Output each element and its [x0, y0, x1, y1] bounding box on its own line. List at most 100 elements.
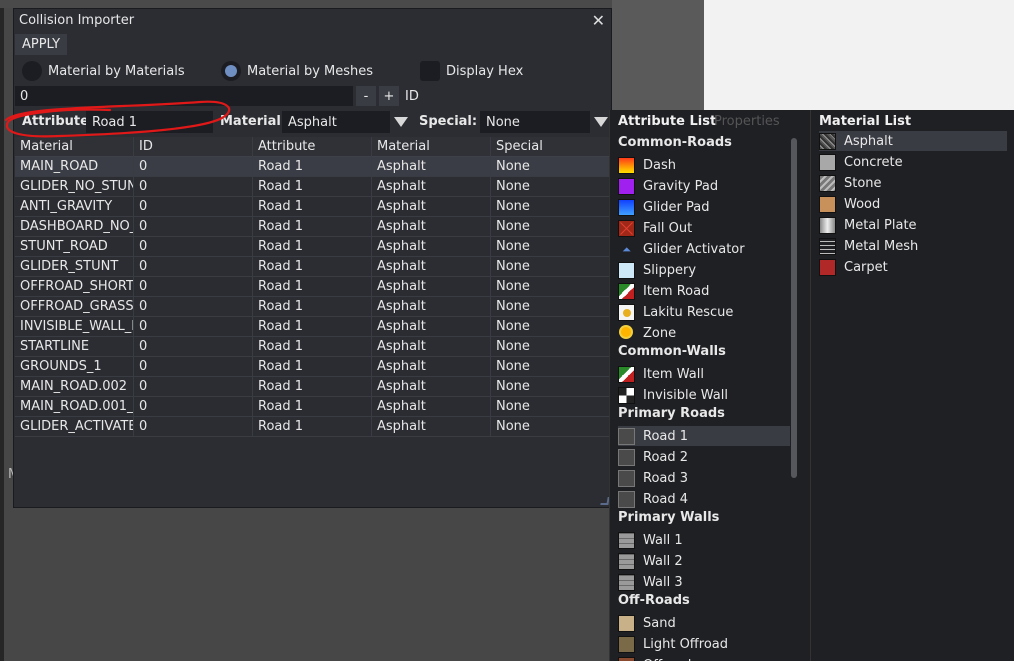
- window-titlebar[interactable]: Collision Importer: [14, 9, 611, 32]
- table-cell: Road 1: [253, 316, 372, 337]
- special-filter-dropdown[interactable]: None: [480, 111, 590, 133]
- lakitu-rescue-icon: [618, 303, 635, 321]
- table-cell: Road 1: [253, 256, 372, 277]
- id-input[interactable]: 0: [15, 86, 353, 106]
- special-filter-label: Special:: [419, 114, 478, 129]
- table-row[interactable]: GLIDER_ACTIVATE 0 Road 1 Asphalt None: [15, 416, 609, 437]
- attribute-item[interactable]: Light Offroad: [618, 634, 790, 654]
- table-row[interactable]: GLIDER_NO_STUNT 0 Road 1 Asphalt None: [15, 176, 609, 197]
- table-cell: Asphalt: [372, 236, 491, 257]
- material-filter-label: Material:: [220, 114, 287, 129]
- material-item[interactable]: Wood: [819, 194, 1007, 214]
- table-cell: ANTI_GRAVITY: [15, 196, 134, 217]
- attribute-item-label: Fall Out: [643, 220, 693, 236]
- attribute-item[interactable]: Item Wall: [618, 364, 790, 384]
- id-increment-button[interactable]: +: [379, 86, 399, 106]
- table-header-cell[interactable]: Special: [491, 137, 609, 157]
- dash-icon: [618, 156, 635, 174]
- attribute-item[interactable]: Road 1: [618, 426, 790, 446]
- display-hex-option[interactable]: Display Hex: [420, 59, 523, 83]
- attribute-item[interactable]: Item Road: [618, 281, 790, 301]
- material-by-meshes-option[interactable]: Material by Meshes: [221, 59, 373, 83]
- material-by-meshes-radio[interactable]: [221, 61, 241, 81]
- item-road-icon: [618, 282, 635, 300]
- id-decrement-button[interactable]: -: [356, 86, 376, 106]
- attribute-item-label: Slippery: [643, 262, 697, 278]
- table-cell: 0: [134, 356, 253, 377]
- material-list-panel: Material List Asphalt Concrete Stone Wood Me…: [810, 110, 1014, 661]
- table-cell: Asphalt: [372, 216, 491, 237]
- attribute-item-label: Road 4: [643, 491, 689, 507]
- attribute-filter-field[interactable]: Road 1: [86, 111, 213, 133]
- attribute-list-panel: Attribute List Properties Common-Roads Da…: [609, 110, 811, 661]
- attribute-item[interactable]: Glider Pad: [618, 197, 790, 217]
- table-header-cell[interactable]: Attribute: [253, 136, 372, 157]
- table-cell: Road 1: [253, 236, 372, 257]
- attribute-item[interactable]: Road 4: [618, 489, 790, 509]
- attribute-item[interactable]: Sand: [618, 613, 790, 633]
- attribute-item-label: Wall 1: [643, 532, 683, 548]
- material-filter-dropdown[interactable]: Asphalt: [282, 111, 390, 133]
- wood-icon: [819, 195, 836, 213]
- table-row[interactable]: OFFROAD_SHORTC 0 Road 1 Asphalt None: [15, 276, 609, 297]
- attribute-item[interactable]: ⏶ Glider Activator: [618, 239, 790, 259]
- attribute-item[interactable]: Wall 2: [618, 551, 790, 571]
- table-cell: None: [496, 158, 530, 174]
- table-row[interactable]: STUNT_ROAD 0 Road 1 Asphalt None: [15, 236, 609, 257]
- table-row[interactable]: DASHBOARD_NO_S 0 Road 1 Asphalt None: [15, 216, 609, 237]
- attribute-item[interactable]: Wall 3: [618, 572, 790, 592]
- table-cell: 0: [134, 236, 253, 257]
- table-cell: Road 1: [253, 196, 372, 217]
- material-by-meshes-label: Material by Meshes: [247, 63, 374, 79]
- display-hex-checkbox[interactable]: [420, 61, 440, 81]
- material-item[interactable]: Carpet: [819, 257, 1007, 277]
- material-item[interactable]: Stone: [819, 173, 1007, 193]
- attribute-filter-label: Attribute:: [22, 114, 95, 129]
- attribute-item[interactable]: Dash: [618, 155, 790, 175]
- attribute-item[interactable]: Zone: [618, 323, 790, 343]
- attribute-item[interactable]: Fall Out: [618, 218, 790, 238]
- attribute-item[interactable]: Lakitu Rescue: [618, 302, 790, 322]
- table-cell: INVISIBLE_WALL_I: [15, 316, 134, 337]
- attribute-item-label: Road 3: [643, 470, 689, 486]
- attribute-group-title: Primary Walls: [618, 510, 720, 525]
- table-header-cell[interactable]: ID: [134, 136, 253, 157]
- attribute-item[interactable]: Road 2: [618, 447, 790, 467]
- material-dropdown-arrow-icon[interactable]: [390, 111, 412, 133]
- close-icon[interactable]: ✕: [592, 11, 605, 30]
- material-item-label: Metal Mesh: [844, 238, 919, 254]
- table-cell: None: [496, 318, 530, 334]
- material-item[interactable]: Metal Mesh: [819, 236, 1007, 256]
- material-item[interactable]: Concrete: [819, 152, 1007, 172]
- table-row[interactable]: MAIN_ROAD.002 0 Road 1 Asphalt None: [15, 376, 609, 397]
- material-by-materials-label: Material by Materials: [48, 63, 185, 79]
- attribute-item[interactable]: Slippery: [618, 260, 790, 280]
- collision-importer-window: Collision Importer ✕ APPLY Material by M…: [13, 8, 612, 508]
- attribute-item[interactable]: Gravity Pad: [618, 176, 790, 196]
- attribute-item[interactable]: Road 3: [618, 468, 790, 488]
- table-row[interactable]: OFFROAD_GRASS 0 Road 1 Asphalt None: [15, 296, 609, 317]
- table-header-cell[interactable]: Material: [372, 136, 491, 157]
- attribute-item[interactable]: Offroad: [618, 655, 790, 661]
- table-row[interactable]: GLIDER_STUNT 0 Road 1 Asphalt None: [15, 256, 609, 277]
- material-item-label: Concrete: [844, 154, 903, 170]
- table-cell: Road 1: [253, 276, 372, 297]
- table-cell: None: [496, 358, 530, 374]
- attribute-list-scrollbar[interactable]: [791, 138, 797, 478]
- apply-button[interactable]: APPLY: [15, 34, 67, 55]
- table-row[interactable]: MAIN_ROAD.001_N 0 Road 1 Asphalt None: [15, 396, 609, 417]
- material-item[interactable]: Asphalt: [819, 131, 1007, 151]
- material-by-materials-option[interactable]: Material by Materials: [22, 59, 185, 83]
- table-row[interactable]: INVISIBLE_WALL_I 0 Road 1 Asphalt None: [15, 316, 609, 337]
- material-item-label: Asphalt: [844, 133, 893, 149]
- material-item[interactable]: Metal Plate: [819, 215, 1007, 235]
- table-row[interactable]: STARTLINE 0 Road 1 Asphalt None: [15, 336, 609, 357]
- attribute-item[interactable]: Wall 1: [618, 530, 790, 550]
- attribute-item[interactable]: Invisible Wall: [618, 385, 790, 405]
- table-row[interactable]: GROUNDS_1 0 Road 1 Asphalt None: [15, 356, 609, 377]
- attribute-item-label: Road 1: [643, 428, 689, 444]
- table-row[interactable]: ANTI_GRAVITY 0 Road 1 Asphalt None: [15, 196, 609, 217]
- material-by-materials-radio[interactable]: [22, 61, 42, 81]
- table-header-cell[interactable]: Material: [15, 136, 134, 157]
- table-row[interactable]: MAIN_ROAD 0 Road 1 Asphalt None: [15, 156, 609, 177]
